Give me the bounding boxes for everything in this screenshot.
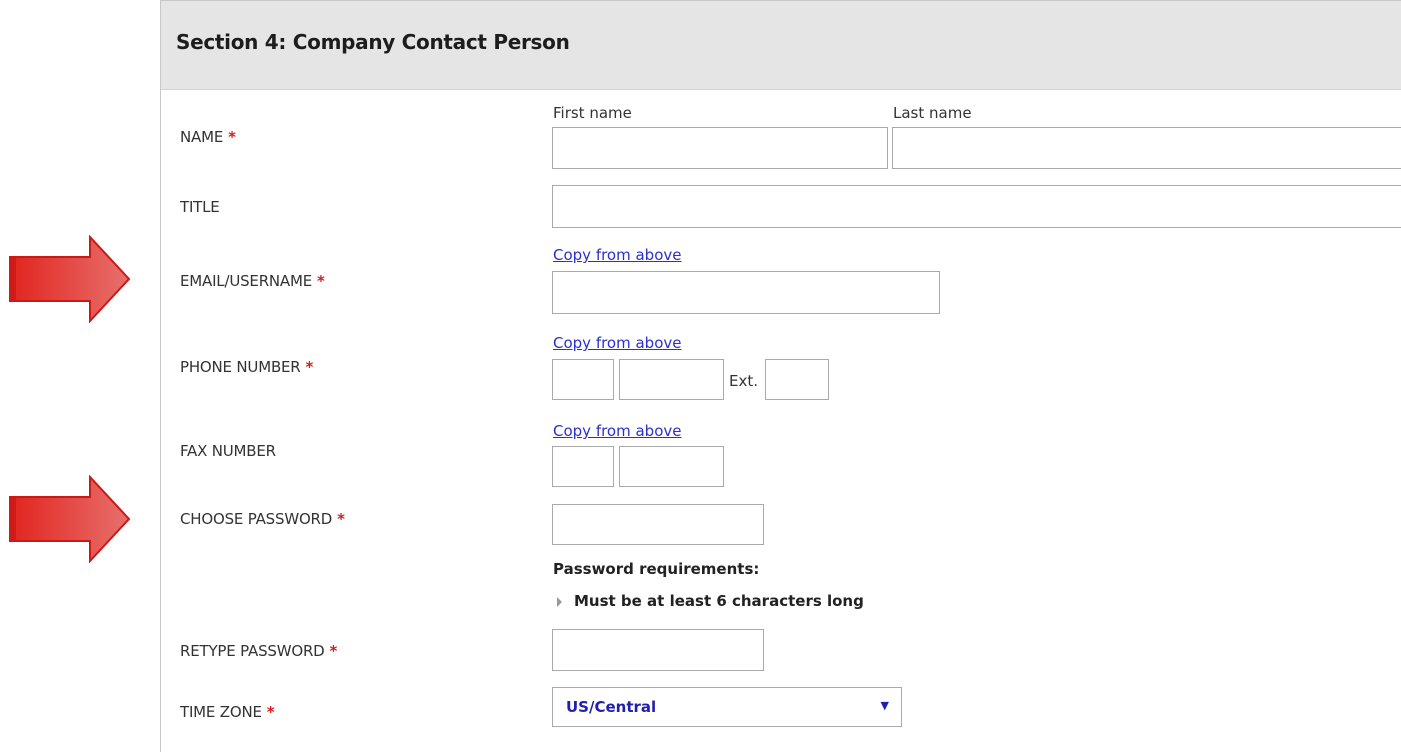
timezone-label-row: TIME ZONE * bbox=[180, 703, 275, 721]
phone-label: PHONE NUMBER bbox=[180, 358, 301, 376]
email-label: EMAIL/USERNAME bbox=[180, 272, 313, 290]
fax-label-row: FAX NUMBER bbox=[180, 442, 276, 460]
password-requirement-item: Must be at least 6 characters long bbox=[557, 592, 864, 610]
phone-ext-input[interactable] bbox=[765, 359, 829, 400]
fax-area-input[interactable] bbox=[552, 446, 614, 487]
phone-number-input[interactable] bbox=[619, 359, 724, 400]
required-marker: * bbox=[337, 510, 345, 528]
first-name-input[interactable] bbox=[552, 127, 888, 169]
title-label: TITLE bbox=[180, 198, 220, 216]
chevron-down-icon: ▼ bbox=[880, 699, 889, 712]
bullet-triangle-icon bbox=[557, 596, 562, 607]
title-label-row: TITLE bbox=[180, 198, 220, 216]
title-input[interactable] bbox=[552, 185, 1401, 228]
password-label-row: CHOOSE PASSWORD * bbox=[180, 510, 345, 528]
phone-label-row: PHONE NUMBER * bbox=[180, 358, 313, 376]
copy-from-above-email-link[interactable]: Copy from above bbox=[553, 246, 682, 264]
ext-label: Ext. bbox=[729, 372, 759, 390]
name-label: NAME bbox=[180, 128, 224, 146]
required-marker: * bbox=[329, 642, 338, 660]
password-requirement-text: Must be at least 6 characters long bbox=[574, 592, 864, 610]
email-label-row: EMAIL/USERNAME * bbox=[180, 272, 325, 290]
password-label: CHOOSE PASSWORD bbox=[180, 510, 333, 528]
annotation-arrow-email-icon bbox=[9, 235, 131, 323]
retype-label-row: RETYPE PASSWORD * bbox=[180, 642, 337, 660]
password-requirements-title: Password requirements: bbox=[553, 560, 760, 578]
copy-from-above-phone-link[interactable]: Copy from above bbox=[553, 334, 682, 352]
password-input[interactable] bbox=[552, 504, 764, 545]
name-label-row: NAME * bbox=[180, 128, 236, 146]
timezone-select[interactable]: US/Central ▼ bbox=[552, 687, 902, 727]
first-name-label: First name bbox=[553, 104, 632, 122]
required-marker: * bbox=[228, 128, 236, 146]
fax-number-input[interactable] bbox=[619, 446, 724, 487]
email-input[interactable] bbox=[552, 271, 940, 314]
timezone-label: TIME ZONE bbox=[180, 703, 262, 721]
fax-label: FAX NUMBER bbox=[180, 442, 276, 460]
phone-area-input[interactable] bbox=[552, 359, 614, 400]
retype-password-input[interactable] bbox=[552, 629, 764, 671]
annotation-arrow-password-icon bbox=[9, 475, 131, 563]
timezone-selected-value: US/Central bbox=[566, 698, 657, 716]
copy-from-above-fax-link[interactable]: Copy from above bbox=[553, 422, 682, 440]
section-title: Section 4: Company Contact Person bbox=[176, 30, 570, 54]
required-marker: * bbox=[317, 272, 325, 290]
last-name-label: Last name bbox=[893, 104, 972, 122]
required-marker: * bbox=[266, 703, 275, 721]
required-marker: * bbox=[305, 358, 314, 376]
retype-password-label: RETYPE PASSWORD bbox=[180, 642, 325, 660]
section-header: Section 4: Company Contact Person bbox=[161, 1, 1401, 90]
last-name-input[interactable] bbox=[892, 127, 1401, 169]
